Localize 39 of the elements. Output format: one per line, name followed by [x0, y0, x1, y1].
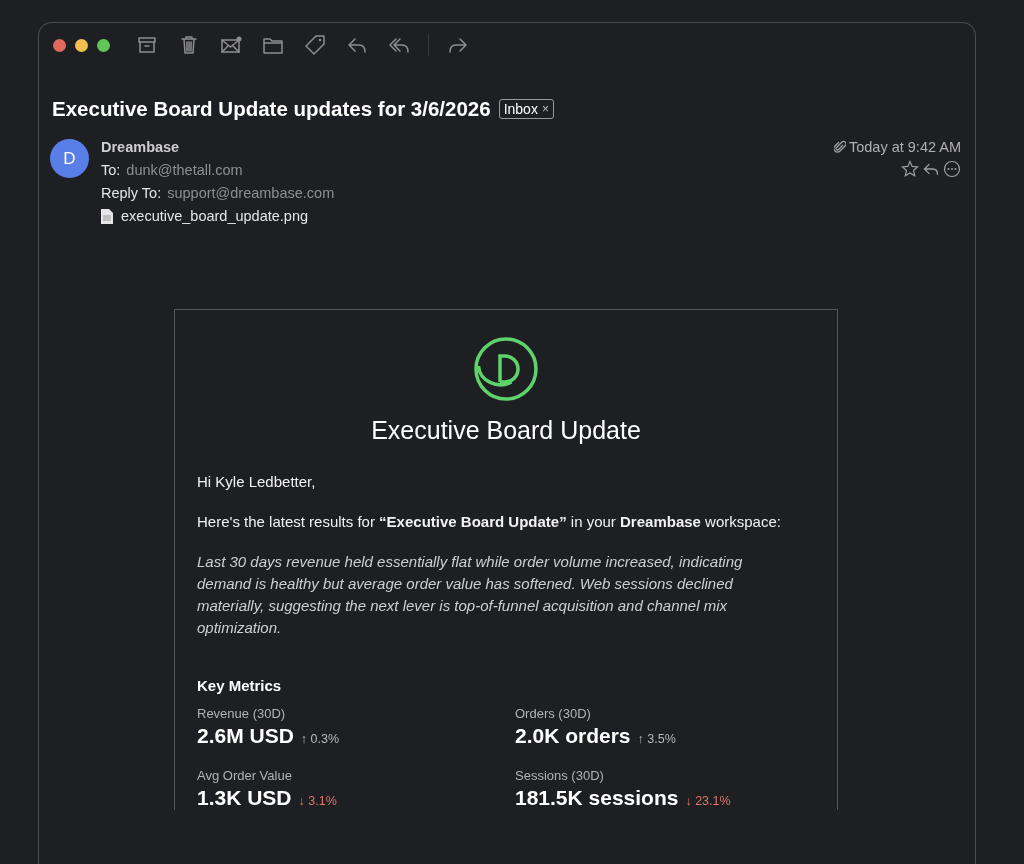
trash-icon[interactable]	[178, 34, 200, 56]
metric-change: ↑ 3.5%	[637, 732, 676, 746]
star-icon[interactable]	[901, 160, 919, 178]
recipient-address: dunk@thetall.com	[126, 162, 243, 178]
document-icon	[101, 208, 113, 224]
metric-value: 1.3K USD	[197, 786, 292, 810]
attachment-name[interactable]: executive_board_update.png	[121, 208, 309, 224]
email-title: Executive Board Update	[370, 416, 642, 445]
sender-name: Dreambase	[101, 139, 181, 155]
archive-icon[interactable]	[136, 34, 158, 56]
metric-value: 2.0K orders	[515, 724, 631, 748]
reply-to-address: support@dreambase.com	[167, 185, 335, 201]
metric-value: 2.6M USD	[197, 724, 294, 748]
metric-label: Sessions (30D)	[515, 768, 605, 783]
section-heading: Key Metrics	[197, 677, 283, 694]
intro-paragraph: Here's the latest results for “Executive Board Update” in your Dreambase workspace:	[197, 512, 782, 532]
received-time: Today at 9:42 AM	[848, 139, 961, 155]
reply-to-label: Reply To:	[101, 185, 162, 201]
mail-icon[interactable]	[220, 34, 242, 56]
metric-change: ↓ 23.1%	[685, 794, 731, 808]
mailbox-tag[interactable]: Inbox ×	[498, 99, 554, 119]
more-icon[interactable]	[943, 160, 961, 178]
metric-change: ↑ 0.3%	[300, 732, 340, 746]
to-label: To:	[101, 162, 121, 178]
zoom-icon[interactable]	[97, 38, 110, 52]
avatar: D	[50, 139, 89, 178]
metric-value: 181.5K sessions	[515, 786, 679, 810]
metric-change: ↓ 3.1%	[298, 794, 337, 808]
minimize-icon[interactable]	[75, 38, 88, 52]
close-icon[interactable]	[53, 38, 66, 52]
paperclip-icon	[833, 140, 846, 154]
greeting: Hi Kyle Ledbetter,	[197, 472, 317, 492]
tag-icon[interactable]	[304, 34, 326, 56]
metric-label: Orders (30D)	[515, 706, 592, 721]
metric-label: Avg Order Value	[197, 768, 293, 783]
email-subject: Executive Board Update updates for 3/6/2026	[52, 97, 491, 121]
summary-paragraph: Last 30 days revenue held essentially flat while order volume increased, indicating demand is healthy but average order value has softened. Web sessions declined materially, suggesting the next lever is top-of-funnel acquisition and channel mix optimization.	[197, 552, 744, 638]
metric-label: Revenue (30D)	[197, 706, 287, 721]
logo-icon	[473, 336, 539, 402]
